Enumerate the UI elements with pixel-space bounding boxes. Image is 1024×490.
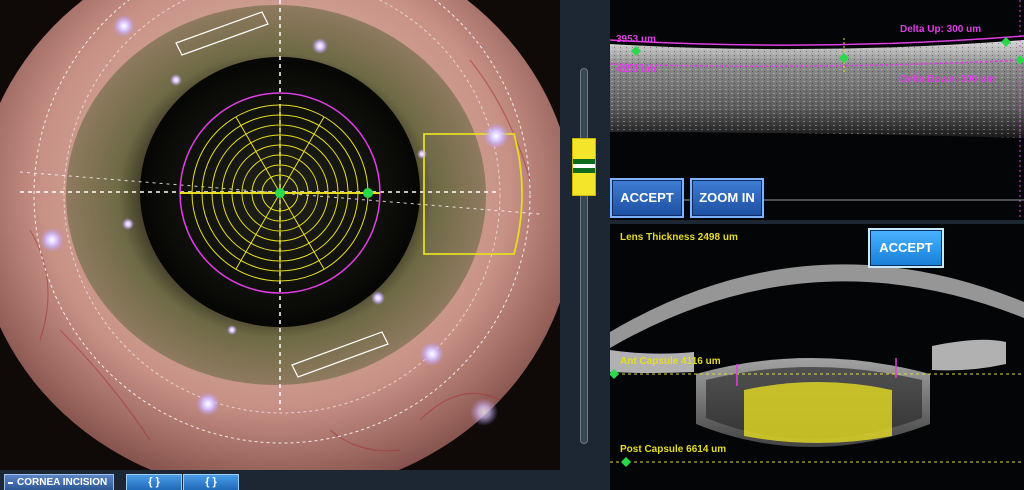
iris-right: [932, 339, 1006, 371]
lens-accept-button[interactable]: ACCEPT: [868, 228, 944, 268]
oct-lens-panel: Lens Thickness 2498 um Ant Capsule 4116 …: [610, 224, 1024, 490]
lens-thickness-label: Lens Thickness 2498 um: [620, 232, 738, 243]
anterior-boundary: [610, 35, 1024, 46]
zoom-in-button[interactable]: ZOOM IN: [690, 178, 764, 218]
bracket-left-label: { }: [148, 476, 160, 488]
bracket-button-right[interactable]: { }: [183, 474, 239, 490]
green-diamond-marker: [621, 457, 631, 467]
bracket-right-label: { }: [205, 476, 217, 488]
cornea-arc: [610, 264, 1024, 348]
bullet-icon: [8, 482, 13, 484]
delta-up-label: Delta Up: 300 um: [900, 24, 982, 35]
slider-handle-green-bottom: [573, 168, 595, 173]
bracket-button-left[interactable]: { }: [126, 474, 182, 490]
ant-capsule-label: Ant Capsule 4116 um: [620, 356, 721, 367]
cornea-incision-button[interactable]: CORNEA INCISION: [4, 474, 115, 490]
bottom-toolbar: CORNEA INCISION { } { }: [0, 470, 610, 490]
post-capsule-label: Post Capsule 6614 um: [620, 444, 727, 455]
cornea-accept-label: ACCEPT: [620, 190, 674, 205]
zoom-in-label: ZOOM IN: [699, 190, 755, 205]
lens-accept-label: ACCEPT: [879, 240, 933, 255]
depth-slider-track[interactable]: [580, 68, 588, 444]
cornea-accept-button[interactable]: ACCEPT: [610, 178, 684, 218]
anterior-depth-label: 3953 um: [616, 34, 657, 45]
depth-slider-column: [560, 0, 610, 470]
cornea-incision-label: CORNEA INCISION: [17, 477, 108, 488]
lens-fragmentation-zone: [744, 382, 892, 443]
posterior-depth-label: 4153 um: [616, 64, 657, 75]
delta-down-label: Delta Down: 300 um: [900, 74, 996, 85]
eye-camera-view[interactable]: [0, 0, 560, 470]
oct-cornea-panel: 3953 um 4153 um Delta Up: 300 um Delta D…: [610, 0, 1024, 220]
eye-overlay-svg: [0, 0, 560, 470]
green-center-marker: [275, 188, 285, 198]
slider-handle[interactable]: [572, 138, 596, 196]
green-edge-marker: [363, 188, 373, 198]
